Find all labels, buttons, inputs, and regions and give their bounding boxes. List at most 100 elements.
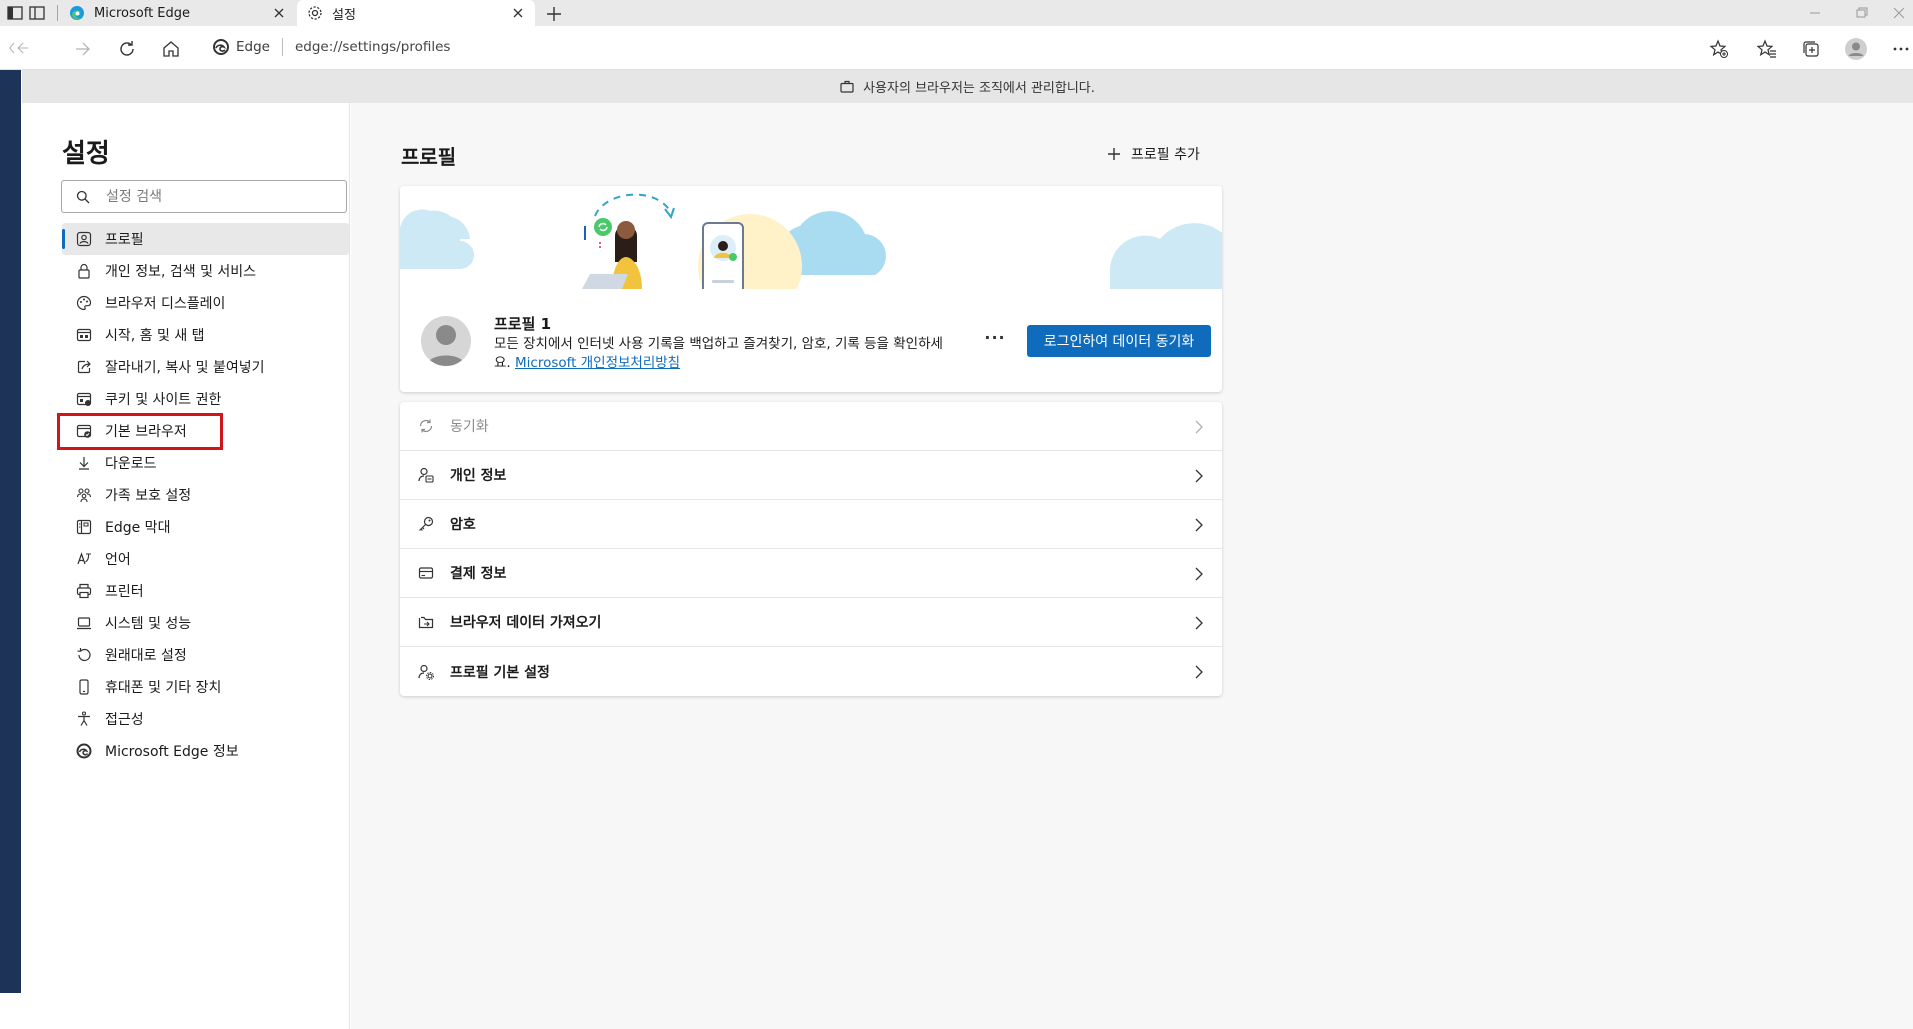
sidebar-item-label: 언어: [105, 552, 131, 568]
sidebar-item-printers[interactable]: 프린터: [62, 575, 349, 607]
sign-in-sync-button[interactable]: 로그인하여 데이터 동기화: [1027, 325, 1211, 357]
star-add-icon: [1709, 39, 1728, 58]
chevron-right-icon: [1195, 518, 1203, 532]
tab-title: 설정: [332, 7, 356, 23]
vertical-tabs-icon: [29, 6, 45, 20]
tab-microsoft-edge[interactable]: Microsoft Edge: [60, 0, 296, 26]
main-content: 프로필 프로필 추가 프로필 1 모든 장치에서 인터넷 사용 기록을 백업하고…: [351, 103, 1913, 1029]
key-icon: [416, 514, 436, 534]
row-profile-preferences[interactable]: 프로필 기본 설정: [400, 647, 1222, 696]
laptop-icon: [75, 614, 93, 632]
back-button[interactable]: [8, 37, 30, 59]
annotation-highlight-box: [57, 413, 223, 450]
sidebar-item-reset-settings[interactable]: 원래대로 설정: [62, 639, 349, 671]
managed-banner-text: 사용자의 브라우저는 조직에서 관리합니다.: [863, 81, 1095, 96]
edge-logo-icon: [213, 39, 229, 55]
chevron-right-icon: [1195, 420, 1203, 434]
profile-settings-icon: [416, 662, 436, 682]
forward-button[interactable]: [72, 38, 94, 60]
row-import-browser-data[interactable]: 브라우저 데이터 가져오기: [400, 598, 1222, 647]
search-input[interactable]: [104, 187, 334, 206]
row-payment-info[interactable]: 결제 정보: [400, 549, 1222, 598]
sync-illustration: [400, 193, 1222, 289]
accessibility-icon: [75, 710, 93, 728]
more-options-button[interactable]: ···: [982, 326, 1008, 348]
row-label: 암호: [450, 517, 476, 533]
sidebar-item-label: 원래대로 설정: [105, 648, 187, 664]
url-text[interactable]: edge://settings/profiles: [295, 39, 450, 55]
minimize-icon[interactable]: [1806, 5, 1824, 21]
personal-info-icon: [416, 465, 436, 485]
more-menu-button[interactable]: [1890, 38, 1912, 60]
sidebar-item-label: 쿠키 및 사이트 권한: [105, 392, 222, 408]
row-label: 개인 정보: [450, 468, 507, 484]
row-label: 동기화: [450, 419, 489, 435]
start-page-icon: [75, 326, 93, 344]
settings-sidebar: 설정 프로필 개인 정보, 검색 및 서비스 브라우저 디스플레이 시작, 홈 …: [22, 103, 350, 1029]
browser-toolbar: Edge edge://settings/profiles: [0, 26, 1913, 70]
sidebar-item-share-copy-paste[interactable]: 잘라내기, 복사 및 붙여넣기: [62, 351, 349, 383]
profile-button[interactable]: [1844, 37, 1868, 61]
sidebar-item-edge-bar[interactable]: Edge 막대: [62, 511, 349, 543]
page-title: 프로필: [401, 145, 457, 169]
home-button[interactable]: [160, 38, 182, 60]
chevron-right-icon: [1195, 469, 1203, 483]
sidebar-item-languages[interactable]: 언어: [62, 543, 349, 575]
sidebar-item-label: Edge 막대: [105, 520, 171, 536]
sidebar-item-label: 브라우저 디스플레이: [105, 296, 226, 312]
refresh-icon: [120, 41, 134, 56]
favorites-button[interactable]: [1756, 38, 1778, 60]
favorites-icon: [1757, 39, 1776, 58]
avatar-icon: [426, 325, 466, 366]
row-personal-info[interactable]: 개인 정보: [400, 451, 1222, 500]
settings-search-box[interactable]: [61, 180, 347, 213]
sidebar-item-profile[interactable]: 프로필: [62, 223, 349, 255]
address-bar[interactable]: Edge edge://settings/profiles: [202, 32, 1732, 62]
sidebar-item-privacy[interactable]: 개인 정보, 검색 및 서비스: [62, 255, 349, 287]
appearance-icon: [75, 294, 93, 312]
sidebar-item-family[interactable]: 가족 보호 설정: [62, 479, 349, 511]
sidebar-item-label: 다운로드: [105, 456, 157, 472]
tab-settings[interactable]: 설정: [297, 0, 535, 26]
sidebar-item-about-edge[interactable]: Microsoft Edge 정보: [62, 735, 349, 767]
profile-name: 프로필 1: [494, 315, 552, 333]
settings-nav: 프로필 개인 정보, 검색 및 서비스 브라우저 디스플레이 시작, 홈 및 새…: [62, 223, 349, 767]
sidebar-item-appearance[interactable]: 브라우저 디스플레이: [62, 287, 349, 319]
sidebar-item-label: 가족 보호 설정: [105, 488, 192, 504]
close-window-icon[interactable]: [1890, 5, 1908, 21]
sidebar-item-label: 휴대폰 및 기타 장치: [105, 680, 222, 696]
edge-bar-icon: [75, 518, 93, 536]
row-passwords[interactable]: 암호: [400, 500, 1222, 549]
collections-button[interactable]: [1800, 38, 1822, 60]
vertical-tabs-button[interactable]: [26, 3, 48, 23]
sidebar-item-accessibility[interactable]: 접근성: [62, 703, 349, 735]
sidebar-item-start-home[interactable]: 시작, 홈 및 새 탭: [62, 319, 349, 351]
new-tab-icon[interactable]: [544, 4, 564, 24]
reset-icon: [75, 646, 93, 664]
sidebar-item-phone-devices[interactable]: 휴대폰 및 기타 장치: [62, 671, 349, 703]
privacy-policy-link[interactable]: Microsoft 개인정보처리방침: [515, 355, 680, 371]
tab-actions-menu-button[interactable]: [4, 3, 26, 23]
sidebar-item-label: 프린터: [105, 584, 144, 600]
refresh-button[interactable]: [116, 38, 138, 60]
url-separator: [281, 38, 283, 56]
sidebar-item-downloads[interactable]: 다운로드: [62, 447, 349, 479]
row-label: 브라우저 데이터 가져오기: [450, 615, 602, 631]
profile-description: 모든 장치에서 인터넷 사용 기록을 백업하고 즐겨찾기, 암호, 기록 등을 …: [494, 335, 954, 373]
add-profile-button[interactable]: 프로필 추가: [1107, 144, 1200, 164]
briefcase-icon: [840, 80, 854, 93]
tab-title: Microsoft Edge: [94, 5, 191, 21]
sidebar-item-cookies-permissions[interactable]: 쿠키 및 사이트 권한: [62, 383, 349, 415]
edge-logo-icon: [75, 742, 93, 760]
row-sync[interactable]: 동기화: [400, 402, 1222, 451]
search-icon: [76, 190, 90, 203]
download-icon: [75, 454, 93, 472]
phone-icon: [75, 678, 93, 696]
close-icon[interactable]: [511, 6, 525, 20]
avatar-icon: [1845, 38, 1867, 60]
sidebar-item-system-performance[interactable]: 시스템 및 성능: [62, 607, 349, 639]
profile-icon: [75, 230, 93, 248]
add-favorite-button[interactable]: [1708, 38, 1730, 60]
close-icon[interactable]: [272, 6, 286, 20]
restore-icon[interactable]: [1852, 5, 1870, 21]
